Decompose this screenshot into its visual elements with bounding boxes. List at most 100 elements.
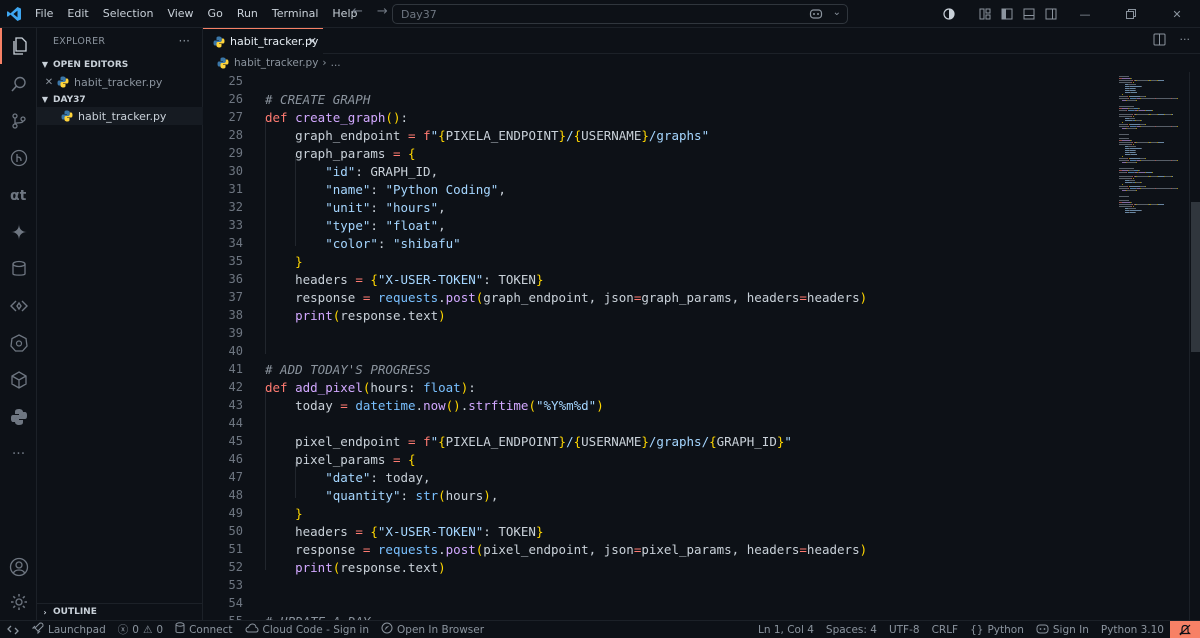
code-line[interactable]: 34 "color": "shibafu" [203, 234, 1113, 252]
menu-item-go[interactable]: Go [201, 0, 230, 28]
code-line[interactable]: 31 "name": "Python Coding", [203, 180, 1113, 198]
code-line[interactable]: 38 print(response.text) [203, 306, 1113, 324]
code-line[interactable]: 32 "unit": "hours", [203, 198, 1113, 216]
code-line[interactable]: 54 [203, 594, 1113, 612]
problems-status[interactable]: ⓧ 0 ⚠ 0 [112, 621, 169, 638]
code-line[interactable]: 30 "id": GRAPH_ID, [203, 162, 1113, 180]
settings-gear-icon[interactable] [0, 584, 37, 620]
notifications-icon[interactable] [1170, 621, 1200, 638]
minimap-stroke [1119, 178, 1131, 179]
database-icon[interactable] [0, 251, 37, 287]
minimap[interactable] [1113, 72, 1189, 620]
back-arrow-icon[interactable]: ← [352, 4, 363, 19]
minimize-icon[interactable]: — [1062, 0, 1108, 28]
code-line[interactable]: 35 } [203, 252, 1113, 270]
code-line[interactable]: 50 headers = {"X-USER-TOKEN": TOKEN} [203, 522, 1113, 540]
forward-arrow-icon[interactable]: → [377, 4, 388, 19]
breadcrumb-symbols[interactable]: ... [331, 57, 341, 69]
toggle-panel-icon[interactable] [1018, 0, 1040, 28]
accounts-icon[interactable] [0, 549, 37, 585]
menu-item-view[interactable]: View [160, 0, 200, 28]
code-editor[interactable]: 25 26 # CREATE GRAPH 27 def create_graph(): 2… [203, 72, 1113, 620]
code-line[interactable]: 49 } [203, 504, 1113, 522]
code-line[interactable]: 43 today = datetime.now().strftime("%Y%m… [203, 396, 1113, 414]
chevron-down-icon[interactable]: ⌄ [833, 7, 841, 18]
command-center-search[interactable]: Day37 ⌄ [392, 4, 848, 24]
code-line[interactable]: 53 [203, 576, 1113, 594]
code-line[interactable]: 25 [203, 72, 1113, 90]
encoding-status[interactable]: UTF-8 [883, 621, 926, 638]
code-line[interactable]: 42 def add_pixel(hours: float): [203, 378, 1113, 396]
gitlens-icon[interactable] [0, 140, 37, 176]
remote-indicator-icon[interactable] [0, 621, 26, 638]
tab-habit-tracker[interactable]: habit_tracker.py ✕ [203, 28, 323, 54]
restore-icon[interactable] [1108, 0, 1154, 28]
code-line[interactable]: 26 # CREATE GRAPH [203, 90, 1113, 108]
code-line[interactable]: 55# UPDATE A DAY [203, 612, 1113, 621]
code-line[interactable]: 52 print(response.text) [203, 558, 1113, 576]
open-editors-section[interactable]: ▼ OPEN EDITORS [37, 56, 203, 73]
open-editor-item[interactable]: ✕ habit_tracker.py [37, 73, 203, 91]
code-line[interactable]: 33 "type": "float", [203, 216, 1113, 234]
indentation-status[interactable]: Spaces: 4 [820, 621, 883, 638]
remote-explorer-icon[interactable] [0, 288, 37, 324]
python-icon[interactable] [0, 399, 37, 435]
code-line[interactable]: 41 # ADD TODAY'S PROGRESS [203, 360, 1113, 378]
explorer-icon[interactable] [0, 28, 37, 64]
menu-item-file[interactable]: File [28, 0, 60, 28]
breadcrumb-file[interactable]: habit_tracker.py [234, 57, 318, 69]
open-browser-status[interactable]: Open In Browser [375, 621, 490, 638]
menu-item-edit[interactable]: Edit [60, 0, 95, 28]
code-line[interactable]: 45 pixel_endpoint = f"{PIXELA_ENDPOINT}/… [203, 432, 1113, 450]
more-actions-icon[interactable]: ··· [179, 34, 190, 48]
eol-status[interactable]: CRLF [926, 621, 965, 638]
menu-item-terminal[interactable]: Terminal [265, 0, 326, 28]
copilot-icon[interactable] [809, 7, 823, 23]
code-line[interactable]: 37 response = requests.post(graph_endpoi… [203, 288, 1113, 306]
close-editor-icon[interactable]: ✕ [41, 77, 57, 88]
folder-section[interactable]: ▼ DAY37 [37, 91, 203, 108]
code-line[interactable]: 46 pixel_params = { [203, 450, 1113, 468]
code-text: headers = {"X-USER-TOKEN": TOKEN} [265, 272, 543, 287]
code-token: USERNAME [581, 127, 642, 143]
language-mode[interactable]: {} Python [964, 621, 1030, 638]
extensions-cube-icon[interactable] [0, 362, 37, 398]
code-line[interactable]: 51 response = requests.post(pixel_endpoi… [203, 540, 1113, 558]
connect-status[interactable]: Connect [169, 621, 238, 638]
folder-file-item[interactable]: habit_tracker.py [37, 107, 203, 125]
more-editor-actions-icon[interactable]: ··· [1180, 33, 1191, 49]
search-icon[interactable] [0, 66, 37, 102]
menu-item-selection[interactable]: Selection [96, 0, 161, 28]
kubernetes-icon[interactable] [0, 325, 37, 361]
more-views-icon[interactable]: ··· [0, 436, 37, 472]
code-line[interactable]: 39 [203, 324, 1113, 342]
outline-section[interactable]: › OUTLINE [37, 603, 203, 620]
cursor-position[interactable]: Ln 1, Col 4 [752, 621, 820, 638]
cloud-code-status[interactable]: Cloud Code - Sign in [239, 621, 376, 638]
code-line[interactable]: 47 "date": today, [203, 468, 1113, 486]
scroll-thumb[interactable] [1191, 202, 1200, 352]
code-line[interactable]: 48 "quantity": str(hours), [203, 486, 1113, 504]
launchpad-status[interactable]: Launchpad [26, 621, 112, 638]
close-window-icon[interactable]: ✕ [1154, 0, 1200, 28]
interpreter-status[interactable]: Python 3.10 [1095, 621, 1170, 638]
customize-layout-icon[interactable] [974, 0, 996, 28]
source-control-icon[interactable] [0, 103, 37, 139]
sign-in-status[interactable]: Sign In [1030, 621, 1095, 638]
code-line[interactable]: 28 graph_endpoint = f"{PIXELA_ENDPOINT}/… [203, 126, 1113, 144]
gemini-icon[interactable] [0, 214, 37, 250]
code-line[interactable]: 27 def create_graph(): [203, 108, 1113, 126]
testing-icon[interactable]: αt [0, 177, 37, 213]
close-tab-icon[interactable]: ✕ [308, 35, 317, 48]
vertical-scrollbar[interactable] [1189, 72, 1200, 620]
copilot-status-icon[interactable] [938, 0, 960, 28]
code-line[interactable]: 40 [203, 342, 1113, 360]
toggle-secondary-sidebar-icon[interactable] [1040, 0, 1062, 28]
code-line[interactable]: 44 [203, 414, 1113, 432]
toggle-sidebar-icon[interactable] [996, 0, 1018, 28]
code-line[interactable]: 29 graph_params = { [203, 144, 1113, 162]
menu-item-run[interactable]: Run [230, 0, 265, 28]
code-token: response [265, 541, 363, 557]
split-editor-icon[interactable] [1153, 33, 1166, 49]
code-line[interactable]: 36 headers = {"X-USER-TOKEN": TOKEN} [203, 270, 1113, 288]
